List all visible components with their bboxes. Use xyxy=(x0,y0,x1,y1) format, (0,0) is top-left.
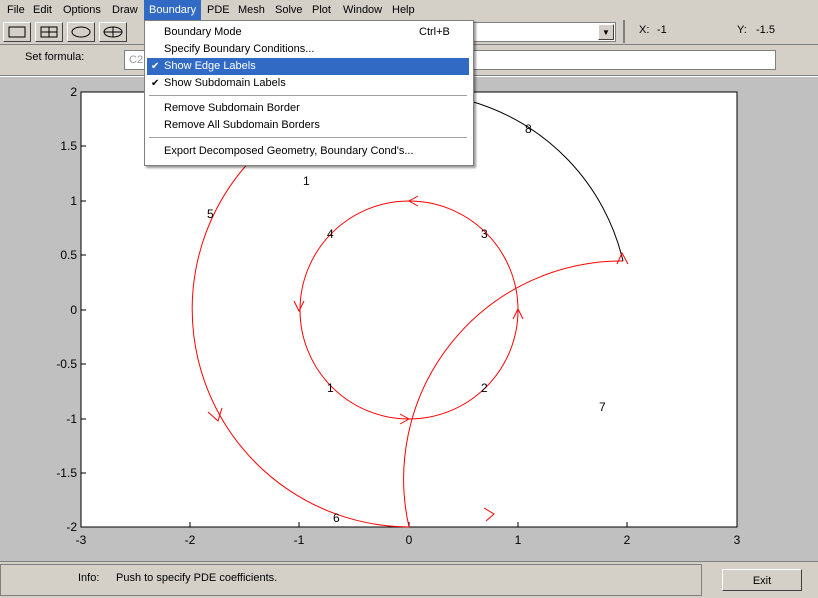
menu-boundary[interactable]: Boundary xyxy=(144,0,202,20)
subdomain-label: 1 xyxy=(303,174,310,188)
y-coord-label: Y: xyxy=(737,24,747,36)
centered-ellipse-icon xyxy=(103,26,123,38)
centered-rectangle-tool-button[interactable] xyxy=(35,22,63,42)
menu-pde[interactable]: PDE xyxy=(202,0,235,20)
menu-item-remove-subdomain-border[interactable]: Remove Subdomain Border xyxy=(147,100,469,117)
formula-label: Set formula: xyxy=(25,51,85,63)
rectangle-icon xyxy=(8,26,26,38)
centered-rectangle-icon xyxy=(40,26,58,38)
edge-label: 3 xyxy=(481,227,488,241)
x-tick-label: -3 xyxy=(76,533,87,547)
y-tick-label: 1.5 xyxy=(60,139,77,153)
x-coord-label: X: xyxy=(639,24,650,36)
x-coord-value: -1 xyxy=(657,24,667,36)
x-tick-label: 3 xyxy=(734,533,741,547)
menu-item-specify-boundary-conditions[interactable]: Specify Boundary Conditions... xyxy=(147,41,469,58)
edge-label: 7 xyxy=(599,400,606,414)
exit-button[interactable]: Exit xyxy=(722,569,802,591)
x-tick-label: -1 xyxy=(294,533,305,547)
x-tick-label: 1 xyxy=(515,533,522,547)
chevron-down-icon[interactable]: ▼ xyxy=(598,24,614,40)
edge-label: 8 xyxy=(525,122,532,136)
menu-item-show-subdomain-labels[interactable]: ✔ Show Subdomain Labels xyxy=(147,75,469,92)
menu-item-boundary-mode[interactable]: Boundary Mode Ctrl+B xyxy=(147,24,469,41)
y-tick-label: 0 xyxy=(70,303,77,317)
info-label: Info: xyxy=(78,572,100,584)
menu-help[interactable]: Help xyxy=(387,0,420,20)
status-bar: Info: Push to specify PDE coefficients. … xyxy=(0,561,818,598)
x-tick-label: 2 xyxy=(624,533,631,547)
menu-bar: File Edit Options Draw Boundary PDE Mesh… xyxy=(0,0,818,20)
edge-label: 4 xyxy=(327,227,334,241)
menu-draw[interactable]: Draw xyxy=(107,0,143,20)
edge-label: 2 xyxy=(481,381,488,395)
menu-file[interactable]: File xyxy=(2,0,30,20)
menu-item-remove-all-subdomain-borders[interactable]: Remove All Subdomain Borders xyxy=(147,117,469,134)
x-tick-label: -2 xyxy=(185,533,196,547)
menu-mesh[interactable]: Mesh xyxy=(233,0,270,20)
rectangle-tool-button[interactable] xyxy=(3,22,31,42)
checkmark-icon: ✔ xyxy=(151,78,160,89)
y-tick-label: -1 xyxy=(66,412,77,426)
menu-item-show-edge-labels[interactable]: ✔ Show Edge Labels xyxy=(147,58,469,75)
menu-window[interactable]: Window xyxy=(338,0,387,20)
info-panel: Info: Push to specify PDE coefficients. xyxy=(0,564,702,596)
menu-separator xyxy=(149,95,467,97)
menu-item-export-decomposed-geometry[interactable]: Export Decomposed Geometry, Boundary Con… xyxy=(147,143,469,160)
y-tick-label: 2 xyxy=(70,85,77,99)
shortcut-label: Ctrl+B xyxy=(419,26,450,38)
y-tick-label: 1 xyxy=(70,194,77,208)
y-tick-label: -0.5 xyxy=(56,357,77,371)
x-tick-label: 0 xyxy=(406,533,413,547)
boundary-dropdown-menu: Boundary Mode Ctrl+B Specify Boundary Co… xyxy=(144,20,474,166)
option-select[interactable]: ▼ xyxy=(470,22,616,42)
y-tick-label: -1.5 xyxy=(56,466,77,480)
ellipse-tool-button[interactable] xyxy=(67,22,95,42)
checkmark-icon: ✔ xyxy=(151,61,160,72)
y-tick-label: 0.5 xyxy=(60,248,77,262)
y-tick-label: -2 xyxy=(66,520,77,534)
menu-edit[interactable]: Edit xyxy=(28,0,57,20)
coordinate-readout: X: -1 Y: -1.5 xyxy=(623,20,818,43)
menu-plot[interactable]: Plot xyxy=(307,0,336,20)
menu-separator xyxy=(149,137,467,139)
centered-ellipse-tool-button[interactable] xyxy=(99,22,127,42)
ellipse-icon xyxy=(71,26,91,38)
edge-label: 1 xyxy=(327,381,334,395)
y-coord-value: -1.5 xyxy=(756,24,775,36)
info-text: Push to specify PDE coefficients. xyxy=(116,572,278,584)
menu-options[interactable]: Options xyxy=(58,0,106,20)
edge-label: 5 xyxy=(207,207,214,221)
menu-solve[interactable]: Solve xyxy=(270,0,308,20)
edge-label: 6 xyxy=(333,511,340,525)
